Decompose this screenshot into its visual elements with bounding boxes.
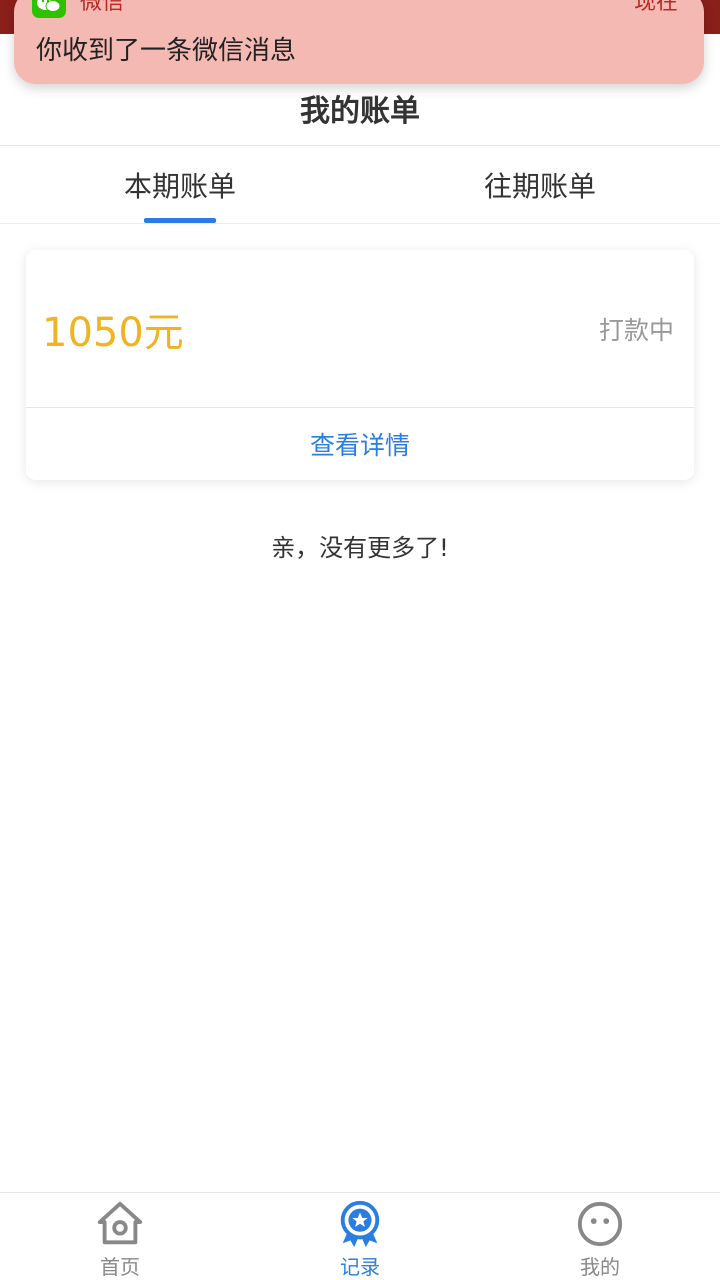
tabbar-label-home: 首页: [100, 1255, 140, 1279]
notification-app-name: 微信: [80, 0, 125, 15]
smiley-icon: [577, 1201, 623, 1247]
bill-card: 1050元 打款中 查看详情: [26, 250, 694, 480]
tabbar-label-records: 记录: [340, 1255, 380, 1279]
bottom-tabbar: 首页 记录 我的: [0, 1192, 720, 1280]
tab-current-bill[interactable]: 本期账单: [0, 146, 360, 223]
tabbar-item-home[interactable]: 首页: [0, 1193, 240, 1280]
bill-amount: 1050元: [42, 309, 184, 356]
tabbar-label-mine: 我的: [580, 1255, 620, 1279]
notification-message: 你收到了一条微信消息: [36, 36, 297, 66]
list-end-text: 亲，没有更多了!: [271, 534, 449, 562]
tabbar-item-mine[interactable]: 我的: [480, 1193, 720, 1280]
bill-status: 打款中: [598, 315, 674, 345]
tab-past-bills[interactable]: 往期账单: [360, 146, 720, 223]
wechat-icon: [32, 0, 66, 18]
notification-time: 现在: [633, 0, 678, 15]
view-details-link[interactable]: 查看详情: [26, 408, 694, 480]
bill-summary: 1050元 打款中: [26, 250, 694, 408]
bill-tabs: 本期账单 往期账单: [0, 146, 720, 224]
home-icon: [97, 1201, 143, 1245]
page-title: 我的账单: [300, 93, 420, 129]
wechat-notification[interactable]: 微信 现在 你收到了一条微信消息: [14, 0, 704, 84]
tabbar-item-records[interactable]: 记录: [240, 1193, 480, 1280]
badge-star-icon: [340, 1200, 380, 1248]
